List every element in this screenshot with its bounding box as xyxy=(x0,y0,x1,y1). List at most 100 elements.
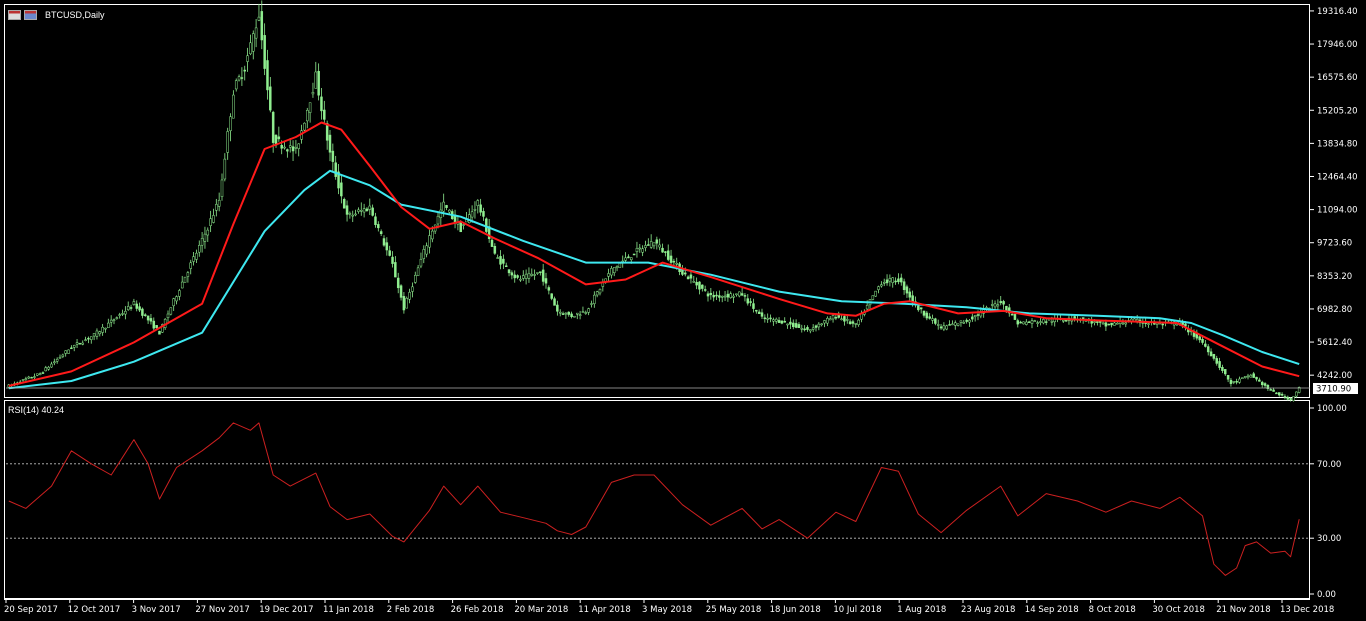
candle-body xyxy=(70,347,73,350)
candle-body xyxy=(587,308,590,313)
candle-body xyxy=(382,238,386,246)
candle-body xyxy=(732,295,735,298)
candle-body xyxy=(252,33,255,52)
rsi-label: RSI(14) 40.24 xyxy=(8,405,65,415)
candle-body xyxy=(459,221,462,233)
candle-body xyxy=(368,205,372,210)
candle-body xyxy=(695,281,698,286)
candle-body xyxy=(664,251,667,253)
candle-body xyxy=(1101,322,1105,325)
candle-body xyxy=(360,210,363,212)
candle-body xyxy=(1275,392,1278,395)
candle-body xyxy=(36,373,39,376)
candle-body xyxy=(189,262,192,269)
candle-body xyxy=(283,146,286,149)
candle-body xyxy=(738,291,741,297)
candle-body xyxy=(729,293,732,298)
rsi-axis: 100.00 70.00 30.00 0.00 xyxy=(1310,404,1347,600)
candle-body xyxy=(246,55,249,62)
rsi-level-lines xyxy=(6,463,1309,539)
candle-body xyxy=(627,256,630,259)
candle-body xyxy=(240,77,244,79)
candle-body xyxy=(777,320,781,323)
candle-body xyxy=(942,325,946,330)
candle-body xyxy=(743,295,747,297)
candle-body xyxy=(183,276,187,283)
candle-body xyxy=(533,274,536,276)
candle-body xyxy=(931,318,934,321)
price-tick-label: 5612.40 xyxy=(1317,338,1352,348)
candle-body xyxy=(442,201,445,212)
candle-body xyxy=(567,311,570,315)
candle-body xyxy=(30,376,33,379)
candle-body xyxy=(1258,379,1261,382)
candle-body xyxy=(684,272,687,275)
candle-body xyxy=(101,327,104,333)
date-tick-label: 8 Oct 2018 xyxy=(1089,605,1136,615)
time-axis: 20 Sep 2017 12 Oct 2017 3 Nov 2017 27 Nov 2… xyxy=(4,599,1334,615)
date-tick-label: 26 Feb 2018 xyxy=(451,605,504,615)
candle-body xyxy=(320,96,323,112)
candle-body xyxy=(186,272,190,277)
candle-body xyxy=(257,16,261,21)
candle-body xyxy=(814,325,818,328)
date-tick-label: 1 Aug 2018 xyxy=(897,605,946,615)
candle-body xyxy=(294,146,298,149)
candle-body xyxy=(507,269,511,274)
chart-window-icon[interactable] xyxy=(8,10,21,20)
candle-body xyxy=(1289,398,1292,400)
candle-body xyxy=(402,296,406,311)
candle-body xyxy=(527,273,531,279)
candle-body xyxy=(789,321,792,325)
candle-body xyxy=(340,182,343,197)
candle-body xyxy=(541,269,545,282)
candle-body xyxy=(1226,374,1230,380)
candle-body xyxy=(436,215,440,225)
candle-body xyxy=(880,284,883,287)
candle-body xyxy=(1093,321,1096,323)
candle-body xyxy=(1096,321,1099,323)
candle-body xyxy=(217,199,221,207)
price-axis: 19316.40 17946.00 16575.60 15205.20 13834.80… xyxy=(1310,7,1358,381)
candle-body xyxy=(439,209,443,218)
candle-body xyxy=(925,312,929,319)
candle-body xyxy=(1039,321,1042,323)
candle-body xyxy=(482,211,485,217)
candle-body xyxy=(141,308,144,316)
candle-body xyxy=(803,328,806,331)
chart-properties-icon[interactable] xyxy=(24,10,37,20)
rsi-tick-label: 30.00 xyxy=(1317,534,1341,544)
candle-body xyxy=(1030,320,1034,324)
candle-body xyxy=(934,318,937,324)
candle-body xyxy=(391,256,394,264)
candle-body xyxy=(524,273,528,279)
moving-averages xyxy=(8,121,1300,390)
candle-body xyxy=(823,320,826,324)
candle-body xyxy=(840,318,843,321)
candle-body xyxy=(288,145,292,148)
candle-body xyxy=(72,345,76,348)
candle-body xyxy=(38,373,42,375)
candle-body xyxy=(47,366,50,370)
candle-body xyxy=(630,257,633,261)
candle-body xyxy=(530,273,534,276)
candle-body xyxy=(203,233,207,242)
candle-body xyxy=(58,356,62,359)
candle-body xyxy=(1286,396,1290,400)
candle-body xyxy=(155,325,158,329)
date-tick-label: 21 Nov 2018 xyxy=(1216,605,1270,615)
candle-body xyxy=(462,224,465,226)
candle-body xyxy=(1246,375,1250,378)
candle-body xyxy=(655,239,659,244)
candle-body xyxy=(206,229,210,236)
candle-body xyxy=(581,311,585,313)
candle-body xyxy=(81,342,84,345)
candle-body xyxy=(55,358,59,362)
candle-body xyxy=(33,376,36,378)
candle-body xyxy=(1047,318,1051,321)
candle-body xyxy=(865,304,869,310)
candle-body xyxy=(740,293,744,296)
candle-body xyxy=(769,317,772,320)
candle-body xyxy=(911,295,914,302)
price-panel-border xyxy=(4,4,1310,398)
